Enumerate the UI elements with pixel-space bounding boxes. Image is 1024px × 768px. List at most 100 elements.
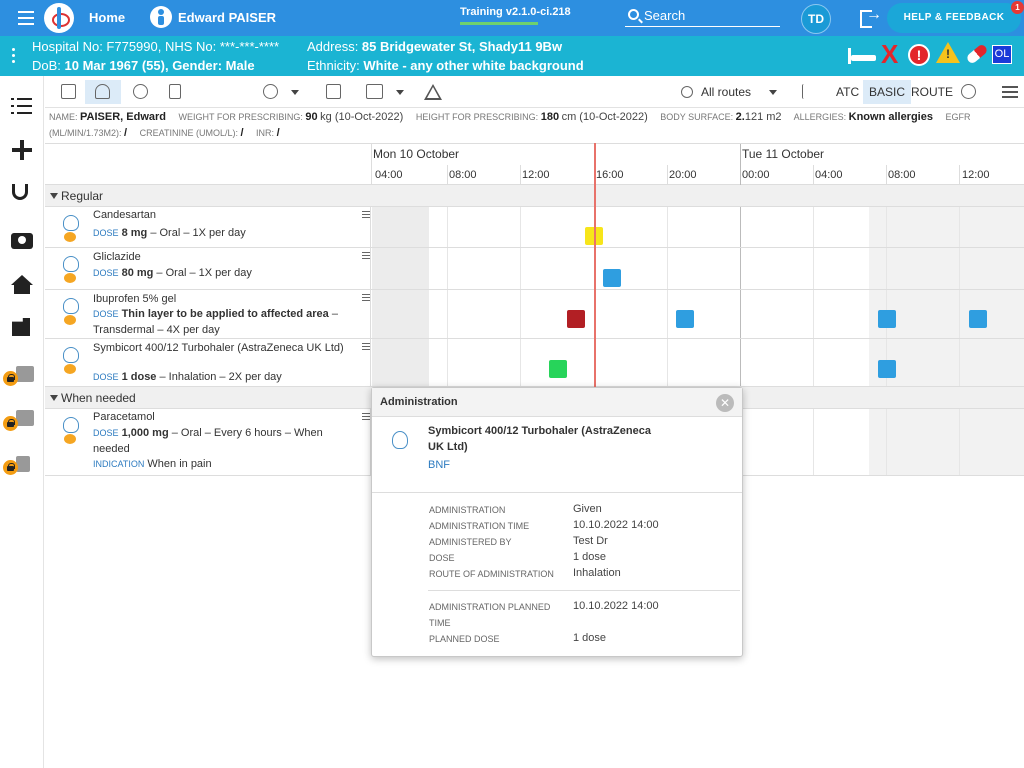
bnf-link[interactable]: BNF [428, 459, 450, 471]
print-caret-icon[interactable] [396, 90, 404, 95]
dose-details: – Inhalation – 2X per day [156, 371, 282, 383]
administration-marker[interactable] [603, 269, 621, 287]
hour-tick [959, 165, 960, 185]
row-menu-icon[interactable] [362, 413, 370, 422]
stethoscope-icon[interactable] [12, 184, 28, 200]
detail-value: 1 dose [573, 551, 607, 563]
medication-cell[interactable]: Paracetamol DOSE 1,000 mg – Oral – Every… [45, 409, 371, 475]
warning-icon[interactable]: ! [936, 42, 960, 63]
notification-badge[interactable]: 1 [1011, 1, 1024, 14]
search-input[interactable]: Search [625, 5, 780, 27]
night-shade [869, 248, 1024, 289]
calendar-add-icon[interactable] [326, 84, 341, 99]
pill-icon[interactable] [965, 43, 989, 65]
lock-icon [3, 460, 18, 475]
medication-name: Gliclazide [93, 251, 141, 263]
detail-key: Administration time [429, 521, 530, 531]
creatinine-key: Creatinine (umol/L): [139, 128, 238, 138]
medication-cell[interactable]: Gliclazide DOSE 80 mg – Oral – 1X per da… [45, 248, 371, 289]
medication-cell[interactable]: Symbicort 400/12 Turbohaler (AstraZeneca… [45, 339, 371, 386]
hamburger-menu-icon[interactable] [18, 11, 34, 25]
route-button[interactable]: ROUTE [905, 80, 959, 104]
dose-key: DOSE [93, 309, 119, 319]
row-menu-icon[interactable] [362, 252, 370, 261]
medication-row[interactable]: Gliclazide DOSE 80 mg – Oral – 1X per da… [45, 248, 1024, 290]
logout-icon[interactable] [860, 6, 882, 28]
add-medication-caret-icon[interactable] [291, 90, 299, 95]
sort-icon[interactable] [802, 84, 814, 99]
user-avatar[interactable]: TD [801, 4, 831, 34]
atc-button[interactable]: ATC [830, 80, 865, 104]
home-icon[interactable] [11, 275, 33, 294]
medication-name: Symbicort 400/12 Turbohaler (AstraZeneca… [93, 342, 344, 354]
detail-value: 10.10.2022 14:00 [573, 519, 659, 531]
medication-row[interactable]: Candesartan DOSE 8 mg – Oral – 1X per da… [45, 207, 1024, 248]
list-icon[interactable] [8, 92, 36, 120]
alert-icon[interactable]: ! [908, 44, 930, 66]
hour-tick [813, 165, 814, 185]
no-entry-icon[interactable] [133, 84, 148, 99]
bed-icon[interactable] [848, 48, 876, 64]
sign-document-icon[interactable] [12, 318, 30, 336]
document-icon[interactable] [169, 84, 181, 99]
allergies-key: Allergies: [793, 112, 847, 122]
patient-name[interactable]: Edward PAISER [178, 10, 276, 25]
popup-drug-name: Symbicort 400/12 Turbohaler (AstraZeneca… [428, 425, 651, 453]
grid-line [959, 290, 960, 338]
hand-medication-icon[interactable] [95, 84, 110, 99]
close-icon[interactable]: ✕ [716, 394, 734, 412]
menu-icon[interactable] [1002, 86, 1018, 101]
timeline-left-border [371, 144, 372, 186]
medication-row[interactable]: Ibuprofen 5% gel DOSE Thin layer to be a… [45, 290, 1024, 339]
administration-marker[interactable] [567, 310, 585, 328]
dose-amount: 80 mg [121, 267, 154, 279]
hour-tick [667, 165, 668, 185]
administration-marker[interactable] [676, 310, 694, 328]
lock-icon [3, 416, 18, 431]
row-menu-icon[interactable] [362, 211, 370, 220]
administration-popup: Administration ✕ Symbicort 400/12 Turboh… [371, 387, 743, 657]
help-feedback-button[interactable]: HELP & FEEDBACK [887, 3, 1021, 33]
add-medication-icon[interactable] [263, 84, 278, 99]
administration-marker[interactable] [969, 310, 987, 328]
grid-line [667, 290, 668, 338]
medication-cell[interactable]: Ibuprofen 5% gel DOSE Thin layer to be a… [45, 290, 371, 338]
detail-key: Dose [429, 553, 455, 563]
allergies-value[interactable]: Known allergies [849, 111, 933, 123]
home-link[interactable]: Home [89, 10, 125, 25]
detail-value: 1 dose [573, 632, 607, 644]
pills-icon[interactable] [961, 84, 976, 99]
administration-marker[interactable] [878, 360, 896, 378]
camera-icon[interactable] [11, 233, 33, 249]
administration-marker[interactable] [878, 310, 896, 328]
row-menu-icon[interactable] [362, 294, 370, 303]
medication-icon [61, 215, 79, 243]
group-regular[interactable]: Regular [45, 185, 1024, 207]
detail-value: 10.10.2022 14:00 [573, 600, 659, 612]
dose-amount: 8 mg [121, 227, 148, 239]
routes-caret-icon[interactable] [769, 90, 777, 95]
basic-button[interactable]: BASIC [863, 80, 912, 104]
collapse-caret-icon[interactable] [50, 193, 58, 199]
day-line [740, 290, 741, 338]
red-x-icon[interactable]: X [881, 40, 898, 68]
collapse-caret-icon[interactable] [50, 395, 58, 401]
administration-marker[interactable] [549, 360, 567, 378]
search-icon [628, 9, 639, 20]
grid-line [813, 409, 814, 475]
add-icon[interactable] [8, 136, 36, 164]
address: Address: 85 Bridgewater St, Shady11 9Bw [307, 39, 562, 54]
edit-icon[interactable] [61, 84, 76, 99]
medication-cell[interactable]: Candesartan DOSE 8 mg – Oral – 1X per da… [45, 207, 371, 247]
routes-select[interactable]: All routes [701, 85, 751, 99]
dob-gender: DoB: 10 Mar 1967 (55), Gender: Male [32, 58, 255, 73]
weight-key: Weight for prescribing: [178, 112, 303, 122]
more-vertical-icon[interactable] [12, 48, 15, 66]
medication-row[interactable]: Symbicort 400/12 Turbohaler (AstraZeneca… [45, 339, 1024, 387]
print-icon[interactable] [366, 84, 383, 99]
row-menu-icon[interactable] [362, 343, 370, 352]
warning-outline-icon[interactable] [424, 84, 442, 100]
ol-badge[interactable]: OL [992, 45, 1012, 64]
grid-line [813, 207, 814, 247]
app-logo-icon[interactable] [44, 3, 74, 33]
